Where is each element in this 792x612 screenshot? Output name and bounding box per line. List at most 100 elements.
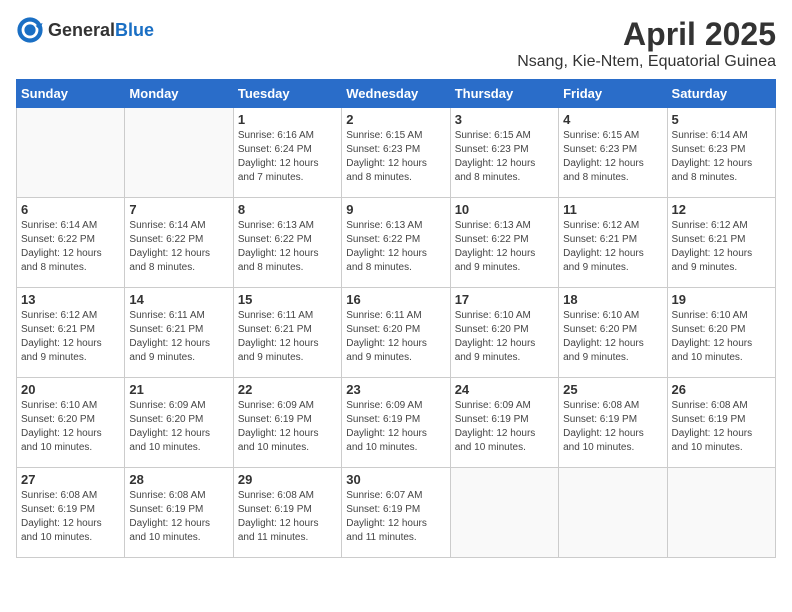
day-number: 23 (346, 382, 445, 397)
day-number: 2 (346, 112, 445, 127)
day-number: 21 (129, 382, 228, 397)
calendar-day-cell: 5Sunrise: 6:14 AM Sunset: 6:23 PM Daylig… (667, 108, 775, 198)
calendar-day-cell: 28 Sunrise: 6:08 AM Sunset: 6:19 PM Dayli… (125, 468, 233, 558)
day-number: 25 (563, 382, 662, 397)
calendar-day-cell: 4 Sunrise: 6:15 AM Sunset: 6:23 PM Daylig… (559, 108, 667, 198)
day-detail: Sunrise: 6:14 AM Sunset: 6:23 PM Dayligh… (672, 129, 771, 185)
day-number: 4 (563, 112, 662, 127)
day-number: 26 (672, 382, 771, 397)
day-number: 9 (346, 202, 445, 217)
day-number: 7 (129, 202, 228, 217)
day-detail: Sunrise: 6:09 AM Sunset: 6:19 PM Dayligh… (455, 399, 554, 455)
day-detail: Sunrise: 6:13 AM Sunset: 6:22 PM Dayligh… (455, 219, 554, 275)
calendar-day-cell: 30 Sunrise: 6:07 AM Sunset: 6:19 PM Dayli… (342, 468, 450, 558)
day-number: 22 (238, 382, 337, 397)
day-number: 13 (21, 292, 120, 307)
day-detail: Sunrise: 6:09 AM Sunset: 6:20 PM Dayligh… (129, 399, 228, 455)
day-detail: Sunrise: 6:10 AM Sunset: 6:20 PM Dayligh… (563, 309, 662, 365)
calendar-header-row: SundayMondayTuesdayWednesdayThursdayFrid… (17, 80, 776, 108)
calendar-week-row: 27 Sunrise: 6:08 AM Sunset: 6:19 PM Dayli… (17, 468, 776, 558)
day-of-week-header: Wednesday (342, 80, 450, 108)
calendar-day-cell: 6 Sunrise: 6:14 AM Sunset: 6:22 PM Daylig… (17, 198, 125, 288)
day-detail: Sunrise: 6:15 AM Sunset: 6:23 PM Dayligh… (346, 129, 445, 185)
day-number: 18 (563, 292, 662, 307)
calendar-day-cell: 17Sunrise: 6:10 AM Sunset: 6:20 PM Dayli… (450, 288, 558, 378)
day-of-week-header: Monday (125, 80, 233, 108)
day-detail: Sunrise: 6:15 AM Sunset: 6:23 PM Dayligh… (455, 129, 554, 185)
calendar-day-cell: 15 Sunrise: 6:11 AM Sunset: 6:21 PM Dayli… (233, 288, 341, 378)
day-number: 14 (129, 292, 228, 307)
calendar-day-cell (450, 468, 558, 558)
day-number: 12 (672, 202, 771, 217)
calendar-day-cell: 14 Sunrise: 6:11 AM Sunset: 6:21 PM Dayli… (125, 288, 233, 378)
calendar-week-row: 20 Sunrise: 6:10 AM Sunset: 6:20 PM Dayli… (17, 378, 776, 468)
logo-icon (16, 16, 44, 44)
day-number: 20 (21, 382, 120, 397)
day-detail: Sunrise: 6:09 AM Sunset: 6:19 PM Dayligh… (346, 399, 445, 455)
calendar-day-cell: 24 Sunrise: 6:09 AM Sunset: 6:19 PM Dayli… (450, 378, 558, 468)
calendar-table: SundayMondayTuesdayWednesdayThursdayFrid… (16, 79, 776, 558)
day-number: 24 (455, 382, 554, 397)
day-detail: Sunrise: 6:08 AM Sunset: 6:19 PM Dayligh… (672, 399, 771, 455)
calendar-week-row: 13 Sunrise: 6:12 AM Sunset: 6:21 PM Dayli… (17, 288, 776, 378)
day-of-week-header: Tuesday (233, 80, 341, 108)
calendar-day-cell: 18 Sunrise: 6:10 AM Sunset: 6:20 PM Dayli… (559, 288, 667, 378)
day-detail: Sunrise: 6:09 AM Sunset: 6:19 PM Dayligh… (238, 399, 337, 455)
month-title: April 2025 (517, 16, 776, 53)
calendar-day-cell: 16 Sunrise: 6:11 AM Sunset: 6:20 PM Dayli… (342, 288, 450, 378)
location-title: Nsang, Kie-Ntem, Equatorial Guinea (517, 53, 776, 71)
calendar-day-cell: 10Sunrise: 6:13 AM Sunset: 6:22 PM Dayli… (450, 198, 558, 288)
calendar-week-row: 6 Sunrise: 6:14 AM Sunset: 6:22 PM Daylig… (17, 198, 776, 288)
day-number: 29 (238, 472, 337, 487)
day-number: 19 (672, 292, 771, 307)
logo-general-text: General (48, 20, 115, 40)
day-detail: Sunrise: 6:12 AM Sunset: 6:21 PM Dayligh… (21, 309, 120, 365)
calendar-day-cell: 20 Sunrise: 6:10 AM Sunset: 6:20 PM Dayli… (17, 378, 125, 468)
day-number: 16 (346, 292, 445, 307)
day-detail: Sunrise: 6:13 AM Sunset: 6:22 PM Dayligh… (346, 219, 445, 275)
calendar-day-cell: 26 Sunrise: 6:08 AM Sunset: 6:19 PM Dayli… (667, 378, 775, 468)
calendar-day-cell (559, 468, 667, 558)
day-detail: Sunrise: 6:08 AM Sunset: 6:19 PM Dayligh… (563, 399, 662, 455)
calendar-day-cell: 19Sunrise: 6:10 AM Sunset: 6:20 PM Dayli… (667, 288, 775, 378)
day-number: 1 (238, 112, 337, 127)
day-detail: Sunrise: 6:11 AM Sunset: 6:20 PM Dayligh… (346, 309, 445, 365)
day-number: 27 (21, 472, 120, 487)
day-detail: Sunrise: 6:07 AM Sunset: 6:19 PM Dayligh… (346, 489, 445, 545)
day-detail: Sunrise: 6:08 AM Sunset: 6:19 PM Dayligh… (129, 489, 228, 545)
day-detail: Sunrise: 6:10 AM Sunset: 6:20 PM Dayligh… (21, 399, 120, 455)
calendar-week-row: 1 Sunrise: 6:16 AM Sunset: 6:24 PM Daylig… (17, 108, 776, 198)
day-detail: Sunrise: 6:15 AM Sunset: 6:23 PM Dayligh… (563, 129, 662, 185)
logo-blue-text: Blue (115, 20, 154, 40)
calendar-day-cell: 8Sunrise: 6:13 AM Sunset: 6:22 PM Daylig… (233, 198, 341, 288)
day-detail: Sunrise: 6:08 AM Sunset: 6:19 PM Dayligh… (21, 489, 120, 545)
logo: GeneralBlue (16, 16, 154, 44)
calendar-day-cell: 2 Sunrise: 6:15 AM Sunset: 6:23 PM Daylig… (342, 108, 450, 198)
day-number: 28 (129, 472, 228, 487)
day-of-week-header: Sunday (17, 80, 125, 108)
day-number: 30 (346, 472, 445, 487)
calendar-day-cell: 1 Sunrise: 6:16 AM Sunset: 6:24 PM Daylig… (233, 108, 341, 198)
calendar-day-cell: 21 Sunrise: 6:09 AM Sunset: 6:20 PM Dayli… (125, 378, 233, 468)
day-number: 15 (238, 292, 337, 307)
calendar-day-cell: 9 Sunrise: 6:13 AM Sunset: 6:22 PM Daylig… (342, 198, 450, 288)
calendar-day-cell: 23 Sunrise: 6:09 AM Sunset: 6:19 PM Dayli… (342, 378, 450, 468)
calendar-day-cell (667, 468, 775, 558)
day-detail: Sunrise: 6:11 AM Sunset: 6:21 PM Dayligh… (129, 309, 228, 365)
calendar-day-cell: 3 Sunrise: 6:15 AM Sunset: 6:23 PM Daylig… (450, 108, 558, 198)
day-detail: Sunrise: 6:10 AM Sunset: 6:20 PM Dayligh… (455, 309, 554, 365)
day-detail: Sunrise: 6:11 AM Sunset: 6:21 PM Dayligh… (238, 309, 337, 365)
day-of-week-header: Friday (559, 80, 667, 108)
calendar-day-cell: 22 Sunrise: 6:09 AM Sunset: 6:19 PM Dayli… (233, 378, 341, 468)
day-number: 3 (455, 112, 554, 127)
calendar-day-cell: 29Sunrise: 6:08 AM Sunset: 6:19 PM Dayli… (233, 468, 341, 558)
day-of-week-header: Thursday (450, 80, 558, 108)
day-detail: Sunrise: 6:16 AM Sunset: 6:24 PM Dayligh… (238, 129, 337, 185)
day-of-week-header: Saturday (667, 80, 775, 108)
day-number: 6 (21, 202, 120, 217)
title-area: April 2025 Nsang, Kie-Ntem, Equatorial G… (517, 16, 776, 71)
calendar-day-cell: 27 Sunrise: 6:08 AM Sunset: 6:19 PM Dayli… (17, 468, 125, 558)
day-detail: Sunrise: 6:14 AM Sunset: 6:22 PM Dayligh… (21, 219, 120, 275)
day-detail: Sunrise: 6:12 AM Sunset: 6:21 PM Dayligh… (672, 219, 771, 275)
day-detail: Sunrise: 6:14 AM Sunset: 6:22 PM Dayligh… (129, 219, 228, 275)
